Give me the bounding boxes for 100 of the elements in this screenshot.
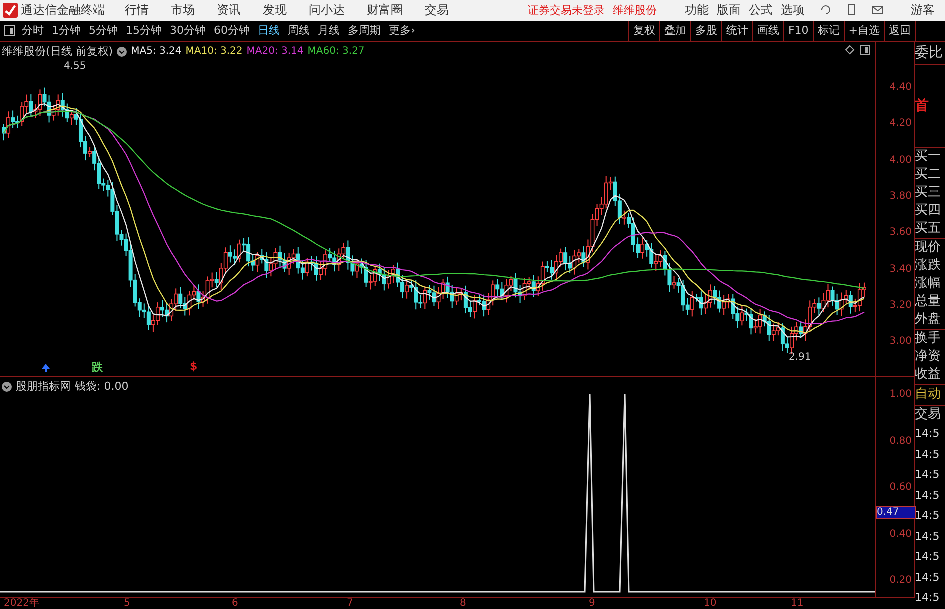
mail-icon[interactable] <box>872 4 884 16</box>
menu-item[interactable]: 发现 <box>263 2 287 19</box>
axis-label: 3.00 <box>890 336 912 348</box>
indicator-value: 钱袋: 0.00 <box>75 379 129 394</box>
menu-item[interactable]: 财富圈 <box>367 2 403 19</box>
trade-time: 14:5 <box>915 528 941 544</box>
field-label: 总量 <box>915 293 942 311</box>
axis-label: 0.60 <box>890 482 912 493</box>
trade-time: 14:5 <box>915 570 941 586</box>
field-label: 买三 <box>915 184 942 202</box>
field-label: 外盘 <box>915 311 942 329</box>
ma-value: MA10: 3.22 <box>186 46 243 57</box>
panel-label: 委比 <box>915 44 944 63</box>
tool-button[interactable]: 多股 <box>690 20 722 41</box>
tool-button[interactable]: 叠加 <box>659 20 690 41</box>
dropdown-icon[interactable] <box>2 382 12 392</box>
field-label: 涨幅 <box>915 275 942 293</box>
ma-value: MA5: 3.24 <box>131 46 182 57</box>
panel-toggle-icon[interactable] <box>4 24 16 37</box>
axis-label: 0.20 <box>890 575 912 586</box>
trade-time: 14:5 <box>915 549 941 565</box>
date-label: 8 <box>460 598 466 609</box>
period-tab[interactable]: 15分钟 <box>126 23 162 38</box>
period-tab[interactable]: 1分钟 <box>52 23 81 38</box>
trade-time: 14:5 <box>915 426 941 442</box>
trade-time: 14:5 <box>915 467 941 483</box>
period-tab[interactable]: 更多› <box>389 23 416 38</box>
menu-item[interactable]: 交易 <box>425 2 449 19</box>
field-label: 买五 <box>915 220 942 238</box>
period-tab[interactable]: 分时 <box>22 23 44 38</box>
tool-button[interactable]: 复权 <box>628 20 660 41</box>
field-label: 净资 <box>915 348 942 366</box>
user-label[interactable]: 游客 <box>911 2 935 19</box>
tool-button[interactable]: +自选 <box>844 20 884 41</box>
signal-marker: 跌 <box>92 360 103 375</box>
menu-item[interactable]: 行情 <box>125 2 149 19</box>
date-label: 9 <box>589 598 596 609</box>
field-label: 涨跌 <box>915 257 942 275</box>
axis-label: 0.80 <box>890 436 912 446</box>
axis-label: 0.40 <box>890 528 912 540</box>
menu-item[interactable]: 功能 <box>685 2 709 19</box>
menu-item[interactable]: 版面 <box>717 2 741 19</box>
signal-marker: $ <box>190 360 198 373</box>
tool-button[interactable]: 返回 <box>884 20 915 41</box>
period-tab[interactable]: 多周期 <box>348 23 381 38</box>
tool-button[interactable]: 统计 <box>721 20 752 41</box>
notice-link[interactable]: 维维股份 <box>613 2 657 18</box>
high-price-label: 4.55 <box>64 61 86 72</box>
indicator-title: 股朋指标网 <box>16 379 71 394</box>
date-label: 5 <box>124 598 130 609</box>
axis-label: 1.00 <box>890 389 912 400</box>
period-tab[interactable]: 30分钟 <box>170 23 206 38</box>
tool-button[interactable]: F10 <box>783 20 813 41</box>
trade-time: 14:5 <box>915 508 941 524</box>
refresh-icon[interactable] <box>820 4 832 16</box>
field-label: 买二 <box>915 166 942 184</box>
auto-label[interactable]: 自动 <box>915 385 945 405</box>
date-label: 7 <box>347 598 354 609</box>
notice-link[interactable]: 证券交易未登录 <box>528 2 605 18</box>
low-price-label: 2.91 <box>789 352 812 363</box>
period-tab[interactable]: 60分钟 <box>214 23 250 38</box>
date-label: 10 <box>704 598 717 609</box>
period-tab[interactable]: 5分钟 <box>89 23 118 38</box>
axis-label: 4.00 <box>890 154 912 166</box>
field-label: 买一 <box>915 148 942 166</box>
axis-label: 3.60 <box>890 227 912 238</box>
axis-label: 4.20 <box>890 118 912 130</box>
date-label: 11 <box>791 598 804 609</box>
cursor-value: 0.47 <box>876 506 916 519</box>
panel-toggle-icon[interactable] <box>860 45 870 55</box>
tool-button[interactable]: 画线 <box>752 20 784 41</box>
menu-item[interactable]: 公式 <box>749 2 773 19</box>
app-title: 通达信金融终端 <box>21 2 105 19</box>
arrow-marker-icon <box>42 364 50 372</box>
period-tab[interactable]: 日线 <box>258 23 280 38</box>
ma-value: MA60: 3.27 <box>308 46 365 57</box>
diamond-icon[interactable] <box>845 45 855 55</box>
menu-item[interactable]: 市场 <box>171 2 195 19</box>
tool-button[interactable]: 标记 <box>812 20 844 41</box>
field-label: 换手 <box>915 330 942 348</box>
axis-label: 4.40 <box>890 82 912 93</box>
menu-item[interactable]: 选项 <box>781 2 805 19</box>
axis-label: 3.80 <box>890 190 912 202</box>
trades-label: 交易 <box>915 406 942 424</box>
date-label: 2022年 <box>4 598 40 609</box>
logo-icon <box>3 2 18 18</box>
dropdown-icon[interactable] <box>117 46 128 56</box>
board-label: 首 <box>915 97 930 115</box>
menu-item[interactable]: 问小达 <box>309 2 345 19</box>
period-tab[interactable]: 周线 <box>288 23 310 38</box>
menu-item[interactable]: 资讯 <box>217 2 241 19</box>
field-label: 买四 <box>915 202 942 220</box>
axis-label: 3.40 <box>890 264 912 274</box>
date-label: 6 <box>232 598 238 609</box>
ma-value: MA20: 3.14 <box>246 46 304 57</box>
field-label: 现价 <box>915 239 942 257</box>
period-tab[interactable]: 月线 <box>318 23 340 38</box>
phone-icon[interactable] <box>846 4 858 16</box>
axis-label: 3.20 <box>890 300 912 311</box>
trade-time: 14:5 <box>915 488 941 504</box>
